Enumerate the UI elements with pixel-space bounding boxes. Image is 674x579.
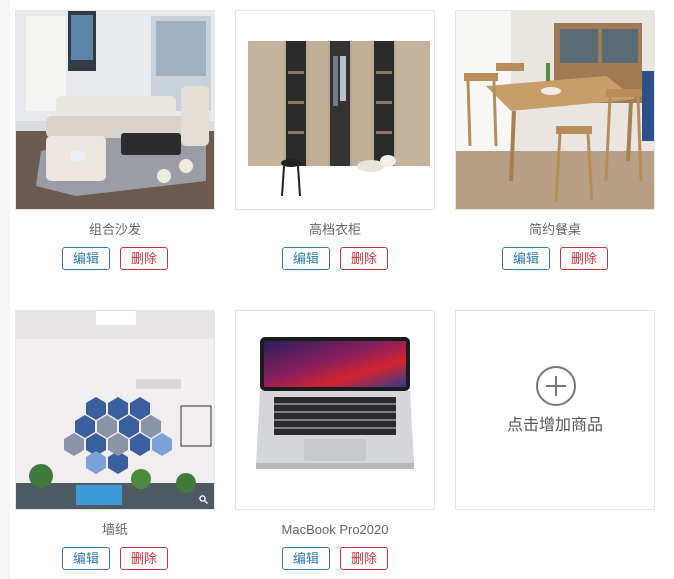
page-edge [0, 0, 10, 579]
delete-button[interactable]: 删除 [120, 547, 168, 570]
edit-button[interactable]: 编辑 [502, 247, 550, 270]
edit-button[interactable]: 编辑 [62, 547, 110, 570]
product-card: 高档衣柜 编辑 删除 [235, 10, 435, 270]
delete-button[interactable]: 删除 [120, 247, 168, 270]
edit-button[interactable]: 编辑 [282, 247, 330, 270]
product-name: 组合沙发 [88, 222, 141, 237]
edit-button[interactable]: 编辑 [282, 547, 330, 570]
product-image[interactable] [235, 310, 435, 510]
wardrobe-photo [236, 11, 434, 209]
zoom-icon[interactable] [199, 495, 208, 504]
wallpaper-photo [16, 311, 214, 509]
product-image[interactable] [235, 10, 435, 210]
plus-circle-icon [536, 366, 576, 406]
delete-button[interactable]: 删除 [560, 247, 608, 270]
product-card: 简约餐桌 编辑 删除 [455, 10, 655, 270]
product-name: 墙纸 [101, 522, 128, 537]
product-name: MacBook Pro2020 [281, 522, 389, 537]
sofa-photo [16, 11, 214, 209]
laptop-photo [236, 311, 434, 509]
edit-button[interactable]: 编辑 [62, 247, 110, 270]
product-image[interactable] [455, 10, 655, 210]
product-name: 高档衣柜 [308, 222, 361, 237]
product-card: 墙纸 编辑 删除 [15, 310, 215, 570]
product-image[interactable] [15, 310, 215, 510]
product-card: 组合沙发 编辑 删除 [15, 10, 215, 270]
add-product-label: 点击增加商品 [506, 417, 603, 434]
dining-table-photo [456, 11, 654, 209]
product-image[interactable] [15, 10, 215, 210]
product-card: MacBook Pro2020 编辑 删除 [235, 310, 435, 570]
add-product-card[interactable]: 点击增加商品 [455, 310, 655, 510]
product-name: 简约餐桌 [528, 222, 581, 237]
delete-button[interactable]: 删除 [340, 247, 388, 270]
delete-button[interactable]: 删除 [340, 547, 388, 570]
